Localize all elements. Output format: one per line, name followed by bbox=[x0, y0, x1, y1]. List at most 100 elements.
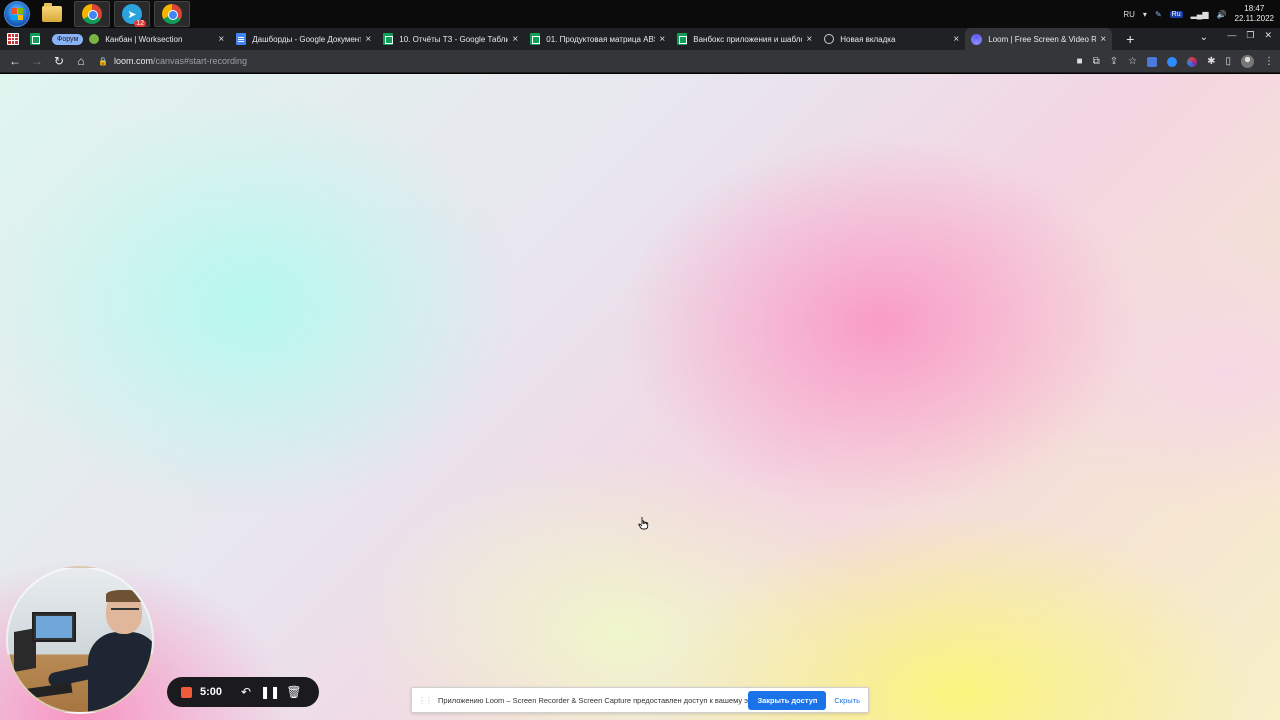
close-window-icon[interactable]: ✕ bbox=[1264, 30, 1272, 41]
tray-expand-icon[interactable]: ▾ bbox=[1143, 10, 1147, 19]
lock-icon[interactable]: 🔒 bbox=[98, 57, 108, 66]
telegram-icon: ➤ 12 bbox=[122, 4, 146, 27]
tab-group-chip[interactable]: Форум bbox=[52, 33, 84, 45]
tab-title: 10. Отчёты ТЗ - Google Таблицы bbox=[399, 34, 509, 44]
recording-timer: 5:00 bbox=[200, 686, 223, 698]
browser-tab-strip: Форум Канбан | Worksection × Дашборды - … bbox=[0, 28, 1280, 50]
sheets-icon bbox=[677, 33, 688, 45]
tab-close-icon[interactable]: × bbox=[659, 34, 665, 45]
network-icon[interactable]: ▂▄▆ bbox=[1191, 10, 1209, 19]
screen-share-bar: ⋮⋮ Приложению Loom – Screen Recorder & S… bbox=[411, 687, 869, 713]
loom-icon bbox=[971, 33, 983, 45]
webcam-person-hair bbox=[106, 590, 142, 602]
drag-grip-icon[interactable]: ⋮⋮ bbox=[418, 696, 433, 705]
extension-translate-icon[interactable] bbox=[1147, 56, 1158, 67]
tab-close-icon[interactable]: × bbox=[953, 34, 959, 45]
tab-close-icon[interactable]: × bbox=[365, 34, 371, 45]
webcam-monitor-screen bbox=[36, 616, 72, 638]
system-tray: RU ▾ ✎ Ru ▂▄▆ 🔊 18:47 22.11.2022 bbox=[1123, 0, 1274, 28]
sheets-icon bbox=[383, 33, 394, 45]
pinned-tab-apps[interactable] bbox=[4, 31, 22, 47]
camera-icon[interactable]: ■ bbox=[1077, 56, 1083, 67]
restart-icon[interactable]: ↶ bbox=[234, 685, 258, 699]
tab-title: Канбан | Worksection bbox=[105, 34, 183, 44]
new-tab-button[interactable]: + bbox=[1120, 31, 1140, 47]
bookmark-star-icon[interactable]: ☆ bbox=[1128, 56, 1137, 67]
profile-avatar[interactable] bbox=[1241, 55, 1254, 68]
windows-logo-icon bbox=[11, 8, 23, 20]
side-panel-icon[interactable]: ▯ bbox=[1225, 56, 1231, 67]
taskbar-file-explorer[interactable] bbox=[34, 1, 70, 27]
browser-toolbar: ← → ↻ ⌂ 🔒 loom.com/canvas#start-recordin… bbox=[0, 50, 1280, 73]
tab-close-icon[interactable]: × bbox=[1100, 34, 1106, 45]
window-controls: — ❐ ✕ bbox=[1227, 28, 1272, 42]
tab-title: 01. Продуктовая матрица ABS bbox=[546, 34, 656, 44]
forward-arrow-icon[interactable]: → bbox=[26, 54, 48, 68]
tab-loom[interactable]: Loom | Free Screen & Video Recording × bbox=[965, 28, 1113, 50]
sheets-icon bbox=[530, 33, 541, 45]
folder-icon bbox=[42, 3, 62, 22]
taskbar-chrome[interactable] bbox=[74, 1, 110, 27]
tab-dashboards-doc[interactable]: Дашборды - Google Документы × bbox=[230, 28, 377, 50]
address-bar[interactable]: 🔒 loom.com/canvas#start-recording bbox=[98, 56, 247, 66]
clock-time: 18:47 bbox=[1244, 4, 1265, 13]
sheets-icon bbox=[30, 33, 40, 45]
loom-recording-canvas bbox=[0, 74, 1280, 720]
apps-grid-icon bbox=[7, 33, 19, 45]
pen-icon[interactable]: ✎ bbox=[1155, 10, 1162, 19]
minimize-icon[interactable]: — bbox=[1227, 30, 1236, 40]
tab-close-icon[interactable]: × bbox=[218, 34, 224, 45]
webcam-glasses bbox=[111, 608, 139, 612]
tab-search-chevron-icon[interactable]: ⌄ bbox=[1200, 32, 1208, 43]
tab-title: Дашборды - Google Документы bbox=[252, 34, 362, 44]
stop-recording-button[interactable] bbox=[181, 686, 192, 698]
worksection-icon bbox=[89, 34, 100, 44]
system-clock[interactable]: 18:47 22.11.2022 bbox=[1235, 4, 1274, 24]
telegram-unread-badge: 12 bbox=[134, 20, 146, 27]
url-path: /canvas#start-recording bbox=[152, 56, 248, 66]
recording-controls: 5:00 ↶ ❚❚ 🗑 bbox=[167, 677, 319, 707]
pinned-tab-sheets[interactable] bbox=[26, 31, 44, 47]
extensions-puzzle-icon[interactable]: ✱ bbox=[1207, 56, 1215, 67]
taskbar-telegram[interactable]: ➤ 12 bbox=[114, 1, 150, 27]
stop-sharing-button[interactable]: Закрыть доступ bbox=[748, 690, 827, 710]
tab-title: Ванбокс приложения и шаблоны bbox=[693, 34, 802, 44]
webcam-bubble[interactable] bbox=[6, 566, 154, 714]
delete-trash-icon[interactable]: 🗑 bbox=[282, 685, 306, 699]
url-host: loom.com bbox=[113, 56, 153, 66]
restore-icon[interactable]: ❐ bbox=[1246, 30, 1254, 41]
tab-vanbox-templates[interactable]: Ванбокс приложения и шаблоны × bbox=[671, 28, 818, 50]
windows-taskbar: ➤ 12 RU ▾ ✎ Ru ▂▄▆ 🔊 18:47 22.11.2022 bbox=[0, 0, 1280, 28]
reload-icon[interactable]: ↻ bbox=[48, 54, 70, 68]
extension-zoom-icon[interactable] bbox=[1167, 56, 1178, 67]
clock-date: 22.11.2022 bbox=[1234, 14, 1274, 23]
translate-icon[interactable]: ⧉ bbox=[1093, 56, 1100, 67]
tab-title: Loom | Free Screen & Video Recording bbox=[988, 34, 1097, 44]
webcam-keyboard bbox=[21, 682, 73, 700]
browser-menu-icon[interactable]: ⋮ bbox=[1264, 56, 1274, 67]
tab-worksection[interactable]: Канбан | Worksection × bbox=[83, 28, 230, 50]
volume-icon[interactable]: 🔊 bbox=[1217, 10, 1227, 19]
home-icon[interactable]: ⌂ bbox=[70, 54, 92, 68]
taskbar-chrome-profile[interactable] bbox=[154, 1, 190, 27]
tab-new-tab[interactable]: Новая вкладка × bbox=[818, 28, 965, 50]
tab-close-icon[interactable]: × bbox=[512, 34, 518, 45]
tab-title: Новая вкладка bbox=[840, 34, 896, 44]
docs-icon bbox=[236, 33, 247, 45]
hide-share-bar-link[interactable]: Скрыть bbox=[834, 696, 860, 705]
share-icon[interactable]: ⇪ bbox=[1110, 56, 1118, 67]
chrome-icon bbox=[162, 4, 182, 24]
tab-reports-sheet[interactable]: 10. Отчёты ТЗ - Google Таблицы × bbox=[377, 28, 524, 50]
tab-product-matrix[interactable]: 01. Продуктовая матрица ABS × bbox=[524, 28, 671, 50]
back-arrow-icon[interactable]: ← bbox=[4, 54, 26, 68]
chrome-icon bbox=[82, 4, 102, 24]
hand-cursor-icon bbox=[638, 517, 649, 530]
toolbar-actions: ■ ⧉ ⇪ ☆ ✱ ▯ ⋮ bbox=[1077, 50, 1274, 73]
ime-indicator[interactable]: Ru bbox=[1169, 10, 1183, 18]
language-indicator[interactable]: RU bbox=[1123, 10, 1135, 19]
windows-start-button[interactable] bbox=[4, 1, 30, 27]
globe-icon bbox=[824, 34, 835, 44]
tab-close-icon[interactable]: × bbox=[806, 34, 812, 45]
extension-loom-icon[interactable] bbox=[1187, 56, 1198, 67]
pause-icon[interactable]: ❚❚ bbox=[258, 685, 282, 699]
